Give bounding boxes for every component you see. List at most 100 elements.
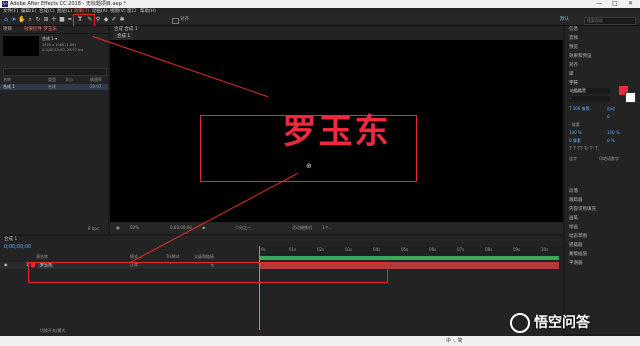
menu-file[interactable]: 文件(F) — [3, 8, 18, 15]
project-item-row[interactable]: 合成 1 合成 29.97 — [0, 84, 108, 90]
vertical-scale-value[interactable]: 100 % — [569, 130, 582, 136]
layer-highlight-box — [28, 262, 388, 283]
project-panel: 项目 效果控件 罗玉东 合成 1 ▾ 1920 x 1080 (1.00) Δ … — [0, 26, 108, 234]
shape-tool-icon[interactable]: ■ — [58, 16, 66, 24]
align-checkbox[interactable] — [172, 18, 179, 24]
ruler-tick: 09s — [513, 247, 521, 252]
close-button[interactable]: ✕ — [628, 0, 633, 8]
project-tab[interactable]: 项目 — [3, 26, 12, 33]
work-area-bar[interactable] — [259, 256, 559, 260]
menu-edit[interactable]: 编辑(E) — [21, 8, 36, 15]
stroke-width-value[interactable]: - 像素 — [569, 122, 580, 128]
ruler-tick: 01s — [289, 247, 297, 252]
resolution-dropdown[interactable]: 二分之一 — [235, 225, 251, 231]
menu-view[interactable]: 视图(V) — [110, 8, 126, 15]
panel-tracker[interactable]: 跟踪器 — [569, 197, 583, 204]
font-family-select[interactable]: 站酷酷黑 — [569, 88, 610, 94]
horizontal-scale-value[interactable]: 100 % — [607, 130, 620, 136]
panel-align[interactable]: 对齐 — [569, 62, 578, 69]
eraser-tool-icon[interactable]: ◆ — [102, 16, 110, 24]
project-item-fps: 29.97 — [90, 84, 102, 89]
camera-dropdown[interactable]: 活动摄像机 — [292, 225, 312, 231]
help-search-input[interactable]: 搜索帮助 — [584, 17, 636, 25]
panel-audio[interactable]: 音频 — [569, 35, 578, 42]
col-size[interactable]: 大小 — [65, 77, 73, 83]
timeline-timecode[interactable]: 0;00;00;00 — [4, 244, 31, 250]
visibility-eye-icon[interactable]: ◉ — [4, 262, 8, 268]
font-style-select[interactable]: - — [569, 96, 610, 102]
selection-tool-icon[interactable]: ➤ — [10, 16, 18, 24]
playhead[interactable] — [259, 246, 260, 330]
panel-paint[interactable]: 绘画 — [569, 224, 578, 231]
rotate-tool-icon[interactable]: ↻ — [34, 16, 42, 24]
menu-layer[interactable]: 图层(L) — [57, 8, 72, 15]
text-style-buttons[interactable]: T T TT Tr T' T, — [569, 147, 599, 153]
effects-controls-tab[interactable]: 效果控件 罗玉东 — [24, 26, 57, 33]
panel-library[interactable]: 库 — [569, 71, 574, 78]
panel-info[interactable]: 信息 — [569, 26, 578, 33]
minimize-button[interactable]: — — [596, 0, 602, 8]
right-panel: 信息 音频 预览 效果和预设 对齐 库 字符 站酷酷黑 - T 166 像素 自… — [565, 26, 640, 334]
ruler-tick: 0s — [261, 247, 266, 252]
text-highlight-box — [200, 115, 417, 182]
panel-effects-presets[interactable]: 效果和预设 — [569, 53, 592, 60]
app-logo-icon: Ae — [2, 1, 8, 7]
ruler-tick: 10s — [541, 247, 549, 252]
stroke-color-swatch[interactable] — [625, 92, 636, 103]
roto-brush-tool-icon[interactable]: ✐ — [110, 16, 118, 24]
camera-snapshot-icon[interactable]: ◉ — [202, 225, 206, 231]
zoom-dropdown[interactable]: 50% — [130, 225, 139, 231]
project-search-input[interactable] — [3, 68, 107, 76]
views-dropdown[interactable]: 1个... — [322, 225, 332, 231]
panel-wiggler[interactable]: 摇摆器 — [569, 242, 583, 249]
home-icon[interactable]: ⌂ — [2, 16, 10, 24]
hindi-digits-checkbox[interactable]: 印地语数字 — [599, 156, 619, 162]
leading-value[interactable]: 自动 — [607, 106, 615, 112]
timeline-tab[interactable]: 合成 1 — [4, 236, 17, 243]
tool-bar: ⌂ ➤ ✋ ⌕ ↻ ⊞ ✛ ■ ✒ T ✎ ⚲ ◆ ✐ ✱ 对齐 默认 搜索帮助 — [0, 15, 640, 26]
comp-duration: Δ 0;00;10;00, 29.97 fps — [42, 48, 84, 52]
magnify-icon[interactable]: ▣ — [116, 225, 120, 231]
bpc-label[interactable]: 8 bpc — [88, 226, 99, 232]
panel-content-aware-fill[interactable]: 内容识别填充 — [569, 206, 596, 213]
comp-tab[interactable]: 合成 合成 1 — [114, 26, 138, 33]
comp-breadcrumb[interactable]: 合成 1 — [114, 33, 134, 40]
col-source-name[interactable]: 源名称 — [36, 254, 48, 260]
toggle-modes-label[interactable]: 切换开关/模式 — [40, 328, 65, 334]
puppet-tool-icon[interactable]: ✱ — [118, 16, 126, 24]
ime-indicator[interactable]: 中 ·, 简 — [446, 337, 462, 345]
panel-motion-sketch[interactable]: 动态草图 — [569, 233, 587, 240]
ruler-tick: 08s — [485, 247, 493, 252]
panel-preview[interactable]: 预览 — [569, 44, 578, 51]
clone-stamp-tool-icon[interactable]: ⚲ — [94, 16, 102, 24]
panel-character[interactable]: 字符 — [569, 80, 578, 87]
panel-smoother[interactable]: 平滑器 — [569, 260, 583, 267]
menu-window[interactable]: 窗口 — [127, 8, 136, 15]
hand-tool-icon[interactable]: ✋ — [18, 16, 26, 24]
menu-help[interactable]: 帮助(H) — [140, 8, 156, 15]
comp-thumbnail — [3, 36, 39, 56]
col-type[interactable]: 类型 — [48, 77, 56, 83]
pan-behind-tool-icon[interactable]: ✛ — [50, 16, 58, 24]
watermark-logo-icon — [510, 313, 530, 333]
font-size-value[interactable]: T 166 像素 — [569, 106, 590, 112]
tsume-value[interactable]: 0 % — [607, 138, 615, 144]
ligatures-checkbox[interactable]: 连字 — [569, 156, 577, 162]
col-fps[interactable]: 帧速率 — [90, 77, 102, 83]
maximize-button[interactable]: □ — [612, 0, 618, 8]
col-parent[interactable]: 父级和链接 — [194, 254, 214, 260]
col-name[interactable]: 名称 — [3, 77, 11, 83]
panel-paragraph[interactable]: 段落 — [569, 188, 578, 195]
menu-composition[interactable]: 合成(C) — [39, 8, 55, 15]
time-ruler[interactable]: 0s 01s 02s 03s 04s 05s 06s 07s 08s 09s 1… — [259, 246, 563, 255]
tracking-value[interactable]: 0 — [607, 114, 610, 120]
watermark-text: 悟空问答 — [534, 315, 590, 331]
help-search-placeholder: 搜索帮助 — [587, 18, 603, 23]
baseline-shift-value[interactable]: 0 像素 — [569, 138, 581, 144]
col-trkmat[interactable]: TrkMat — [166, 254, 179, 260]
workspace-default[interactable]: 默认 — [560, 16, 569, 24]
camera-tool-icon[interactable]: ⊞ — [42, 16, 50, 24]
panel-brushes[interactable]: 画笔 — [569, 215, 578, 222]
panel-mask-interpolation[interactable]: 蒙版插值 — [569, 251, 587, 258]
zoom-tool-icon[interactable]: ⌕ — [26, 16, 34, 24]
